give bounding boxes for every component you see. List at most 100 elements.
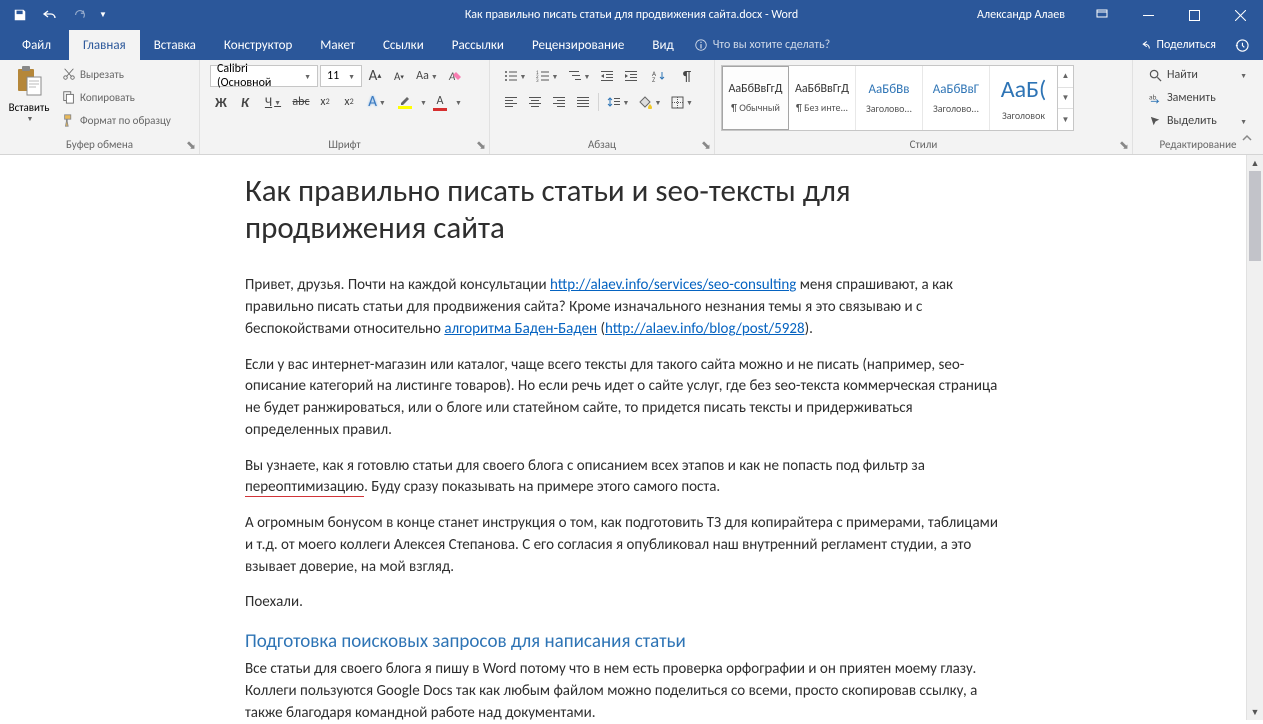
vertical-scrollbar[interactable]: ▲ ▼ (1246, 155, 1263, 720)
doc-paragraph: Поехали. (245, 592, 1004, 614)
increase-indent-button[interactable] (620, 65, 642, 87)
styles-scroll-up[interactable]: ▲ (1058, 66, 1073, 88)
doc-title: Как правильно писать статьи и seo-тексты… (245, 173, 1004, 247)
shading-button[interactable]: ▼ (635, 91, 665, 113)
minimize-button[interactable] (1125, 0, 1171, 30)
scroll-up-button[interactable]: ▲ (1247, 155, 1263, 171)
font-color-button[interactable]: A (429, 91, 451, 113)
tab-layout[interactable]: Макет (306, 30, 369, 60)
cut-button[interactable]: Вырезать (58, 63, 175, 85)
tell-me-placeholder: Что вы хотите сделать? (713, 38, 830, 52)
style-title[interactable]: АаБ(Заголовок (990, 66, 1057, 130)
scroll-down-button[interactable]: ▼ (1247, 704, 1263, 720)
replace-button[interactable]: abЗаменить (1145, 87, 1251, 109)
line-spacing-button[interactable]: ▼ (603, 91, 633, 113)
group-label-paragraph: Абзац (496, 136, 708, 154)
tell-me-search[interactable]: Что вы хотите сделать? (694, 30, 830, 60)
highlight-button[interactable] (394, 91, 416, 113)
style-heading2[interactable]: АаБбВвГЗаголово... (923, 66, 990, 130)
tab-references[interactable]: Ссылки (369, 30, 438, 60)
spellcheck-word: переоптимизацию (245, 478, 364, 497)
user-name[interactable]: Александр Алаев (963, 8, 1079, 22)
styles-expand[interactable]: ▼ (1058, 109, 1073, 130)
align-right-button[interactable] (548, 91, 570, 113)
tab-view[interactable]: Вид (638, 30, 687, 60)
style-normal[interactable]: АаБбВвГгД¶ Обычный (722, 66, 789, 130)
tab-mailings[interactable]: Рассылки (438, 30, 518, 60)
borders-button[interactable]: ▼ (667, 91, 697, 113)
svg-text:Z: Z (652, 75, 656, 82)
doc-paragraph: Если у вас интернет-магазин или каталог,… (245, 355, 1004, 442)
tab-design[interactable]: Конструктор (210, 30, 306, 60)
clear-formatting-button[interactable]: A (444, 65, 466, 87)
doc-paragraph: А огромным бонусом в конце станет инстру… (245, 513, 1004, 578)
redo-button[interactable] (66, 2, 94, 28)
font-name-combo[interactable]: Calibri (Основной▼ (210, 65, 318, 87)
justify-button[interactable] (572, 91, 594, 113)
qat-customize[interactable]: ▼ (96, 2, 110, 28)
link-blog-post[interactable]: http://alaev.info/blog/post/5928 (605, 320, 805, 338)
svg-text:3: 3 (536, 78, 539, 82)
group-font: Calibri (Основной▼ 11▼ A▴ A▾ Aa▼ A Ж К Ч… (200, 60, 490, 154)
align-left-button[interactable] (500, 91, 522, 113)
bold-button[interactable]: Ж (210, 91, 232, 113)
close-button[interactable] (1217, 0, 1263, 30)
tab-home[interactable]: Главная (69, 30, 140, 60)
copy-button[interactable]: Копировать (58, 86, 175, 108)
link-seo-consulting[interactable]: http://alaev.info/services/seo-consultin… (550, 276, 796, 294)
paragraph-launcher[interactable]: ⬊ (700, 139, 712, 151)
style-no-spacing[interactable]: АаБбВвГгД¶ Без инте... (789, 66, 856, 130)
clipboard-launcher[interactable]: ⬊ (185, 139, 197, 151)
document-area: Как правильно писать статьи и seo-тексты… (0, 155, 1263, 720)
sort-button[interactable]: AZ (644, 65, 674, 87)
svg-text:ab: ab (1149, 92, 1157, 101)
svg-text:A: A (448, 70, 456, 83)
strikethrough-button[interactable]: abc (290, 91, 312, 113)
share-label: Поделиться (1157, 38, 1216, 52)
shrink-font-button[interactable]: A▾ (388, 65, 410, 87)
svg-text:2: 2 (536, 74, 539, 80)
text-effects-button[interactable]: A▼ (362, 91, 392, 113)
undo-button[interactable] (36, 2, 64, 28)
multilevel-button[interactable]: ▼ (564, 65, 594, 87)
style-heading1[interactable]: АаБбВвЗаголово... (856, 66, 923, 130)
paste-button[interactable]: Вставить ▼ (6, 63, 52, 136)
bullets-button[interactable]: ▼ (500, 65, 530, 87)
history-button[interactable] (1226, 30, 1257, 60)
underline-button[interactable]: Ч▼ (258, 91, 288, 113)
grow-font-button[interactable]: A▴ (364, 65, 386, 87)
subscript-button[interactable]: x2 (314, 91, 336, 113)
show-marks-button[interactable]: ¶ (676, 65, 698, 87)
styles-scroll-down[interactable]: ▼ (1058, 88, 1073, 110)
share-button[interactable]: Поделиться (1128, 30, 1226, 60)
save-button[interactable] (6, 2, 34, 28)
scroll-thumb[interactable] (1249, 171, 1261, 261)
format-painter-button[interactable]: Формат по образцу (58, 109, 175, 131)
change-case-button[interactable]: Aa▼ (412, 65, 442, 87)
italic-button[interactable]: К (234, 91, 256, 113)
group-label-styles: Стили (721, 136, 1126, 154)
group-label-font: Шрифт (206, 136, 483, 154)
superscript-button[interactable]: x2 (338, 91, 360, 113)
tab-review[interactable]: Рецензирование (518, 30, 638, 60)
numbering-button[interactable]: 123▼ (532, 65, 562, 87)
select-button[interactable]: Выделить▼ (1145, 110, 1251, 132)
paste-label: Вставить (9, 101, 50, 114)
tab-file[interactable]: Файл (4, 30, 69, 60)
decrease-indent-button[interactable] (596, 65, 618, 87)
styles-gallery: АаБбВвГгД¶ Обычный АаБбВвГгД¶ Без инте..… (721, 65, 1074, 131)
align-center-button[interactable] (524, 91, 546, 113)
doc-paragraph: Все статьи для своего блога я пишу в Wor… (245, 659, 1004, 724)
document-page[interactable]: Как правильно писать статьи и seo-тексты… (0, 155, 1060, 720)
collapse-ribbon-button[interactable] (1241, 133, 1253, 149)
window-title: Как правильно писать статьи для продвиже… (465, 8, 798, 22)
font-launcher[interactable]: ⬊ (475, 139, 487, 151)
styles-launcher[interactable]: ⬊ (1118, 139, 1130, 151)
link-baden-baden[interactable]: алгоритма Баден-Баден (444, 320, 597, 338)
tab-insert[interactable]: Вставка (140, 30, 210, 60)
ribbon-options-button[interactable] (1079, 0, 1125, 30)
window-controls: Александр Алаев (963, 0, 1263, 30)
maximize-button[interactable] (1171, 0, 1217, 30)
font-size-combo[interactable]: 11▼ (320, 65, 362, 87)
find-button[interactable]: Найти▼ (1145, 64, 1251, 86)
